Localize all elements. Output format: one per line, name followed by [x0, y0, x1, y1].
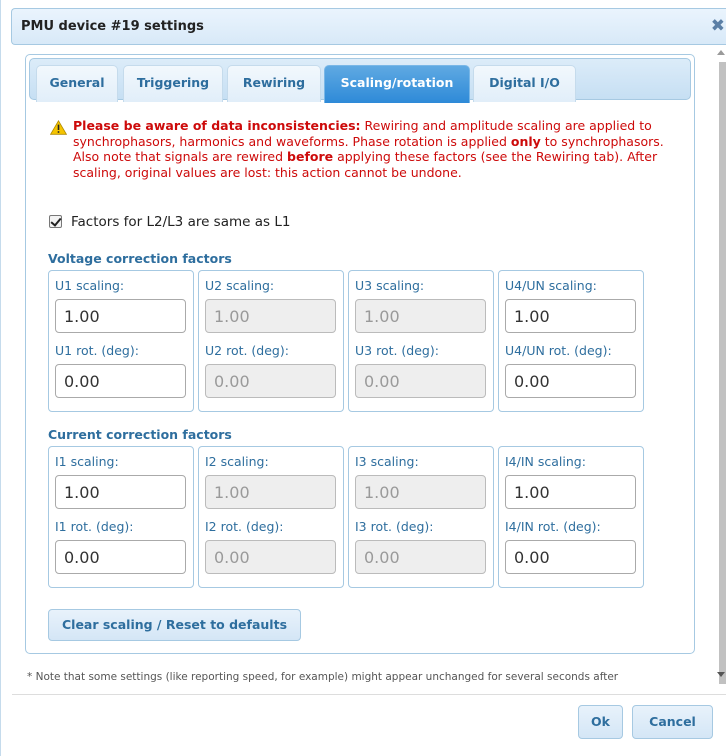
settings-dialog: PMU device #19 settings ✖ General Trigge…	[0, 0, 726, 756]
warning-icon	[50, 120, 67, 135]
voltage-group-u1: U1 scaling: U1 rot. (deg):	[48, 270, 194, 412]
reset-defaults-button[interactable]: Clear scaling / Reset to defaults	[48, 609, 301, 641]
u2-rot-label: U2 rot. (deg):	[205, 343, 289, 358]
i2-scaling-input[interactable]	[205, 475, 336, 509]
u2-rot-input[interactable]	[205, 364, 336, 398]
dialog-button-bar: Ok Cancel	[12, 694, 726, 756]
scrollbar-thumb[interactable]	[719, 62, 726, 684]
u4-rot-label: U4/UN rot. (deg):	[505, 343, 612, 358]
tab-rewiring[interactable]: Rewiring	[227, 65, 321, 102]
u4-scaling-label: U4/UN scaling:	[505, 278, 597, 293]
u4-rot-input[interactable]	[505, 364, 636, 398]
u3-rot-label: U3 rot. (deg):	[355, 343, 439, 358]
u3-scaling-label: U3 scaling:	[355, 278, 425, 293]
tab-triggering[interactable]: Triggering	[123, 65, 223, 102]
same-factors-row[interactable]: Factors for L2/L3 are same as L1	[49, 214, 290, 230]
data-inconsistency-warning: Please be aware of data inconsistencies:…	[50, 118, 678, 180]
i1-scaling-label: I1 scaling:	[55, 454, 119, 469]
i3-scaling-input[interactable]	[355, 475, 486, 509]
u2-scaling-label: U2 scaling:	[205, 278, 275, 293]
i1-scaling-input[interactable]	[55, 475, 186, 509]
voltage-group-u3: U3 scaling: U3 rot. (deg):	[348, 270, 494, 412]
i4-rot-input[interactable]	[505, 540, 636, 574]
scroll-down-arrow-icon[interactable]	[717, 672, 725, 677]
u1-rot-input[interactable]	[55, 364, 186, 398]
u3-scaling-input[interactable]	[355, 299, 486, 333]
close-icon[interactable]: ✖	[711, 17, 725, 35]
same-factors-label: Factors for L2/L3 are same as L1	[71, 214, 291, 230]
current-group-i4: I4/IN scaling: I4/IN rot. (deg):	[498, 446, 644, 588]
i4-scaling-label: I4/IN scaling:	[505, 454, 586, 469]
u1-scaling-label: U1 scaling:	[55, 278, 125, 293]
warning-emphasis-only: only	[510, 133, 541, 149]
current-group-i3: I3 scaling: I3 rot. (deg):	[348, 446, 494, 588]
dialog-content-area: General Triggering Rewiring Scaling/rota…	[12, 46, 726, 686]
tab-digital-io[interactable]: Digital I/O	[473, 65, 576, 102]
voltage-group-u2: U2 scaling: U2 rot. (deg):	[198, 270, 344, 412]
same-factors-checkbox[interactable]	[49, 215, 62, 228]
dialog-titlebar[interactable]: PMU device #19 settings ✖	[11, 8, 726, 45]
i2-rot-input[interactable]	[205, 540, 336, 574]
vertical-scrollbar[interactable]	[715, 46, 726, 686]
ok-button[interactable]: Ok	[578, 705, 623, 739]
warning-heading: Please be aware of data inconsistencies:	[73, 118, 361, 133]
current-group-i1: I1 scaling: I1 rot. (deg):	[48, 446, 194, 588]
i1-rot-input[interactable]	[55, 540, 186, 574]
settings-delay-footnote: * Note that some settings (like reportin…	[27, 671, 619, 683]
tab-scaling-rotation[interactable]: Scaling/rotation	[324, 65, 470, 103]
scroll-up-arrow-icon[interactable]	[717, 50, 725, 55]
u4-scaling-input[interactable]	[505, 299, 636, 333]
i3-rot-label: I3 rot. (deg):	[355, 519, 434, 534]
voltage-section-title: Voltage correction factors	[48, 251, 232, 266]
tab-general[interactable]: General	[36, 65, 118, 102]
u2-scaling-input[interactable]	[205, 299, 336, 333]
i4-rot-label: I4/IN rot. (deg):	[505, 519, 601, 534]
voltage-group-u4: U4/UN scaling: U4/UN rot. (deg):	[498, 270, 644, 412]
dialog-title: PMU device #19 settings	[21, 19, 204, 34]
current-section-title: Current correction factors	[48, 427, 232, 442]
i4-scaling-input[interactable]	[505, 475, 636, 509]
u1-scaling-input[interactable]	[55, 299, 186, 333]
tabs-panel: General Triggering Rewiring Scaling/rota…	[25, 54, 695, 654]
u1-rot-label: U1 rot. (deg):	[55, 343, 139, 358]
u3-rot-input[interactable]	[355, 364, 486, 398]
i2-rot-label: I2 rot. (deg):	[205, 519, 284, 534]
i1-rot-label: I1 rot. (deg):	[55, 519, 134, 534]
warning-emphasis-before: before	[287, 149, 334, 165]
i2-scaling-label: I2 scaling:	[205, 454, 269, 469]
i3-scaling-label: I3 scaling:	[355, 454, 419, 469]
i3-rot-input[interactable]	[355, 540, 486, 574]
current-group-i2: I2 scaling: I2 rot. (deg):	[198, 446, 344, 588]
cancel-button[interactable]: Cancel	[632, 705, 713, 739]
tab-bar: General Triggering Rewiring Scaling/rota…	[29, 58, 691, 103]
